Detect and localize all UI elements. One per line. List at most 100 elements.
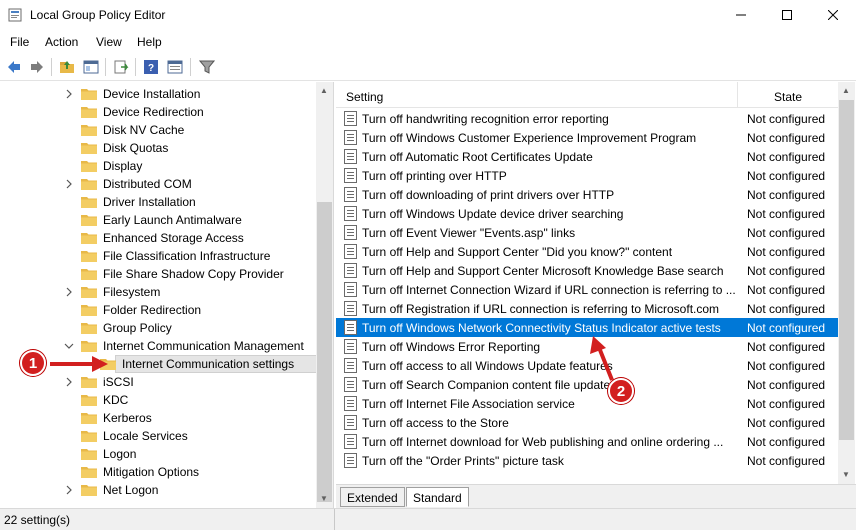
console-tree: Device Installation Device Redirection Dis… xyxy=(0,82,334,508)
menu-view[interactable]: View xyxy=(96,35,122,49)
back-button[interactable] xyxy=(5,58,23,76)
maximize-button[interactable] xyxy=(764,0,810,30)
setting-row[interactable]: Turn off the "Order Prints" picture task… xyxy=(336,451,838,470)
maximize-icon xyxy=(782,10,792,20)
tree-item[interactable]: Early Launch Antimalware xyxy=(0,211,316,229)
minimize-icon xyxy=(736,14,746,16)
export-list-button[interactable] xyxy=(112,58,130,76)
tree-item[interactable]: Net Logon xyxy=(0,481,316,499)
folder-icon xyxy=(81,233,97,244)
setting-row[interactable]: Turn off access to the Store Not configur… xyxy=(336,413,838,432)
tree-item[interactable]: Internet Communication Management xyxy=(0,337,316,355)
setting-row[interactable]: Turn off Internet File Association servi… xyxy=(336,394,838,413)
tree-item-label: Group Policy xyxy=(103,321,172,335)
setting-row[interactable]: Turn off Help and Support Center "Did yo… xyxy=(336,242,838,261)
help-button[interactable]: ? xyxy=(142,58,160,76)
up-folder-button[interactable] xyxy=(58,58,76,76)
setting-state: Not configured xyxy=(747,283,826,297)
policy-setting-icon xyxy=(344,320,357,335)
tree-item-label: Folder Redirection xyxy=(103,303,202,317)
setting-row[interactable]: Turn off Windows Network Connectivity St… xyxy=(336,318,838,337)
tree-item[interactable]: Disk NV Cache xyxy=(0,121,316,139)
tree-item-label: KDC xyxy=(103,393,129,407)
setting-row[interactable]: Turn off Internet download for Web publi… xyxy=(336,432,838,451)
tree-item[interactable]: Kerberos xyxy=(0,409,316,427)
setting-row[interactable]: Turn off Help and Support Center Microso… xyxy=(336,261,838,280)
list-scrollbar[interactable]: ▲ ▼ xyxy=(838,82,855,484)
tab-standard[interactable]: Standard xyxy=(406,487,469,507)
tree-item-child[interactable]: Internet Communication settings xyxy=(0,355,321,373)
scroll-up-icon[interactable]: ▲ xyxy=(842,86,850,95)
setting-row[interactable]: Turn off downloading of print drivers ov… xyxy=(336,185,838,204)
folder-icon xyxy=(81,197,97,208)
export-list-icon xyxy=(114,60,129,74)
list-scroll-thumb[interactable] xyxy=(839,100,854,440)
tree-item-label: Device Redirection xyxy=(103,105,204,119)
tree-item[interactable]: Folder Redirection xyxy=(0,301,316,319)
tree-item[interactable]: Group Policy xyxy=(0,319,316,337)
menu-bar: File Action View Help xyxy=(0,31,856,53)
view-tabs: Extended Standard xyxy=(336,484,856,508)
tree-item[interactable]: Logon xyxy=(0,445,316,463)
setting-row[interactable]: Turn off Automatic Root Certificates Upd… xyxy=(336,147,838,166)
policy-setting-icon xyxy=(344,263,357,278)
setting-row[interactable]: Turn off handwriting recognition error r… xyxy=(336,109,838,128)
menu-help[interactable]: Help xyxy=(137,35,162,49)
tree-item[interactable]: File Share Shadow Copy Provider xyxy=(0,265,316,283)
tree-item[interactable]: Device Redirection xyxy=(0,103,316,121)
setting-row[interactable]: Turn off access to all Windows Update fe… xyxy=(336,356,838,375)
tree-item[interactable]: Enhanced Storage Access xyxy=(0,229,316,247)
chevron-right-icon[interactable] xyxy=(64,287,74,297)
column-header-setting[interactable]: Setting xyxy=(346,90,383,104)
chevron-right-icon[interactable] xyxy=(64,89,74,99)
setting-row[interactable]: Turn off Windows Update device driver se… xyxy=(336,204,838,223)
scroll-down-icon[interactable]: ▼ xyxy=(320,494,328,503)
column-divider[interactable] xyxy=(737,82,738,108)
setting-row[interactable]: Turn off Search Companion content file u… xyxy=(336,375,838,394)
tree-item[interactable]: iSCSI xyxy=(0,373,316,391)
policy-setting-icon xyxy=(344,206,357,221)
tree-item[interactable]: Mitigation Options xyxy=(0,463,316,481)
tree-scrollbar[interactable]: ▲ ▼ xyxy=(316,82,333,508)
chevron-right-icon[interactable] xyxy=(64,377,74,387)
back-arrow-icon xyxy=(8,61,20,73)
tree-item[interactable]: KDC xyxy=(0,391,316,409)
menu-action[interactable]: Action xyxy=(45,35,78,49)
chevron-right-icon[interactable] xyxy=(64,485,74,495)
scroll-up-icon[interactable]: ▲ xyxy=(320,86,328,95)
tree-scroll-thumb[interactable] xyxy=(317,202,332,502)
setting-row[interactable]: Turn off printing over HTTP Not configure… xyxy=(336,166,838,185)
setting-name: Turn off the "Order Prints" picture task xyxy=(362,454,564,468)
setting-row[interactable]: Turn off Internet Connection Wizard if U… xyxy=(336,280,838,299)
setting-row[interactable]: Turn off Event Viewer "Events.asp" links… xyxy=(336,223,838,242)
show-hide-console-tree-button[interactable] xyxy=(82,58,100,76)
properties-button[interactable] xyxy=(166,58,184,76)
tree-item[interactable]: Display xyxy=(0,157,316,175)
close-icon xyxy=(828,10,838,20)
tree-item[interactable]: File Classification Infrastructure xyxy=(0,247,316,265)
scroll-down-icon[interactable]: ▼ xyxy=(842,470,850,479)
chevron-right-icon[interactable] xyxy=(64,179,74,189)
tree-item[interactable]: Driver Installation xyxy=(0,193,316,211)
filter-button[interactable] xyxy=(198,58,216,76)
tree-item[interactable]: Distributed COM xyxy=(0,175,316,193)
setting-row[interactable]: Turn off Windows Error Reporting Not conf… xyxy=(336,337,838,356)
column-header-state[interactable]: State xyxy=(774,90,802,104)
tree-item[interactable]: Device Installation xyxy=(0,85,316,103)
setting-row[interactable]: Turn off Windows Customer Experience Imp… xyxy=(336,128,838,147)
setting-row[interactable]: Turn off Registration if URL connection … xyxy=(336,299,838,318)
tree-item-label: Kerberos xyxy=(103,411,152,425)
tab-extended[interactable]: Extended xyxy=(340,487,405,507)
tree-item[interactable]: Locale Services xyxy=(0,427,316,445)
tree-item[interactable]: Filesystem xyxy=(0,283,316,301)
minimize-button[interactable] xyxy=(718,0,764,30)
forward-button[interactable] xyxy=(28,58,46,76)
menu-file[interactable]: File xyxy=(10,35,29,49)
chevron-down-icon[interactable] xyxy=(64,341,74,351)
tree-item[interactable]: Disk Quotas xyxy=(0,139,316,157)
close-button[interactable] xyxy=(810,0,856,30)
policy-setting-icon xyxy=(344,339,357,354)
setting-name: Turn off Windows Error Reporting xyxy=(362,340,541,354)
setting-state: Not configured xyxy=(747,245,826,259)
folder-icon xyxy=(81,485,97,496)
